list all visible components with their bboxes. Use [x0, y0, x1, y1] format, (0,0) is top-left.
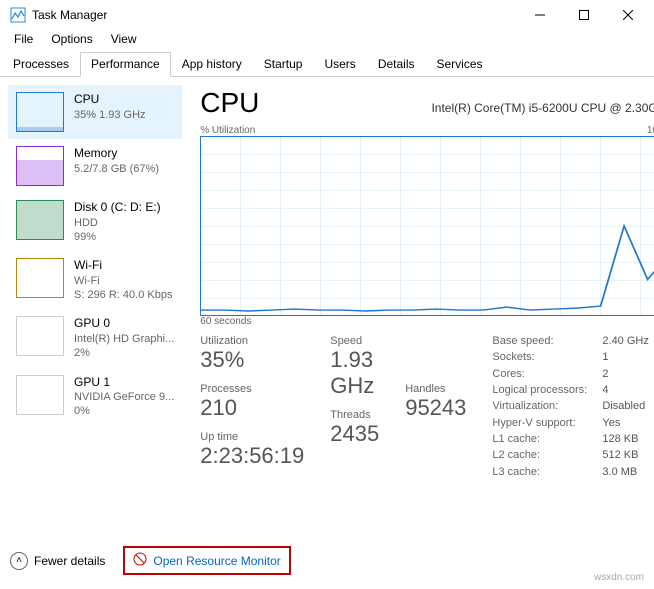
disk-thumb	[16, 200, 64, 240]
sidebar-item-memory[interactable]: Memory5.2/7.8 GB (67%)	[8, 139, 182, 193]
sidebar: CPU35% 1.93 GHz Memory5.2/7.8 GB (67%) D…	[0, 77, 182, 537]
cpu-thumb	[16, 92, 64, 132]
tab-users[interactable]: Users	[313, 52, 366, 76]
memory-thumb	[16, 146, 64, 186]
chart-bottom-left: 60 seconds	[200, 316, 251, 327]
gpu1-thumb	[16, 375, 64, 415]
sidebar-item-disk[interactable]: Disk 0 (C: D: E:)HDD99%	[8, 193, 182, 251]
wifi-thumb	[16, 258, 64, 298]
stats: Utilization 35% Processes 210 Up time 2:…	[200, 335, 654, 479]
tab-app-history[interactable]: App history	[171, 52, 253, 76]
window-title: Task Manager	[32, 8, 107, 22]
sidebar-item-gpu0[interactable]: GPU 0Intel(R) HD Graphi...2%	[8, 309, 182, 367]
open-resource-monitor-link[interactable]: Open Resource Monitor	[123, 546, 290, 575]
cpu-model: Intel(R) Core(TM) i5-6200U CPU @ 2.30GHz	[279, 101, 654, 115]
uptime-value: 2:23:56:19	[200, 443, 304, 469]
fewer-details-button[interactable]: ˄ Fewer details	[10, 552, 105, 570]
speed-value: 1.93 GHz	[330, 347, 379, 399]
chart-top-right: 100%	[647, 125, 654, 136]
maximize-button[interactable]	[562, 0, 606, 30]
chart-top-left: % Utilization	[200, 125, 255, 136]
menu-view[interactable]: View	[103, 30, 145, 50]
cpu-chart	[200, 136, 654, 316]
minimize-button[interactable]	[518, 0, 562, 30]
tab-details[interactable]: Details	[367, 52, 426, 76]
handles-value: 95243	[405, 395, 466, 421]
watermark: wsxdn.com	[594, 572, 644, 583]
menu-options[interactable]: Options	[43, 30, 100, 50]
menu-file[interactable]: File	[6, 30, 41, 50]
tabs: Processes Performance App history Startu…	[0, 52, 654, 77]
chevron-up-icon: ˄	[10, 552, 28, 570]
utilization-value: 35%	[200, 347, 304, 373]
threads-value: 2435	[330, 421, 379, 447]
resource-monitor-icon	[133, 552, 147, 569]
sidebar-item-wifi[interactable]: Wi-FiWi-FiS: 296 R: 40.0 Kbps	[8, 251, 182, 309]
sidebar-item-cpu[interactable]: CPU35% 1.93 GHz	[8, 85, 182, 139]
app-icon	[10, 7, 26, 23]
tab-startup[interactable]: Startup	[253, 52, 314, 76]
tab-processes[interactable]: Processes	[2, 52, 80, 76]
main-heading: CPU	[200, 87, 259, 119]
tab-services[interactable]: Services	[426, 52, 494, 76]
tab-performance[interactable]: Performance	[80, 52, 171, 77]
gpu0-thumb	[16, 316, 64, 356]
details-kv: Base speed:2.40 GHz Sockets:1 Cores:2 Lo…	[492, 335, 654, 479]
sidebar-item-gpu1[interactable]: GPU 1NVIDIA GeForce 9...0%	[8, 368, 182, 426]
menubar: File Options View	[0, 30, 654, 50]
main-panel: CPU Intel(R) Core(TM) i5-6200U CPU @ 2.3…	[182, 77, 654, 537]
close-button[interactable]	[606, 0, 650, 30]
sidebar-item-title: CPU	[74, 92, 146, 108]
content: CPU35% 1.93 GHz Memory5.2/7.8 GB (67%) D…	[0, 77, 654, 537]
footer: ˄ Fewer details Open Resource Monitor	[0, 540, 654, 581]
processes-value: 210	[200, 395, 304, 421]
titlebar: Task Manager	[0, 0, 654, 30]
